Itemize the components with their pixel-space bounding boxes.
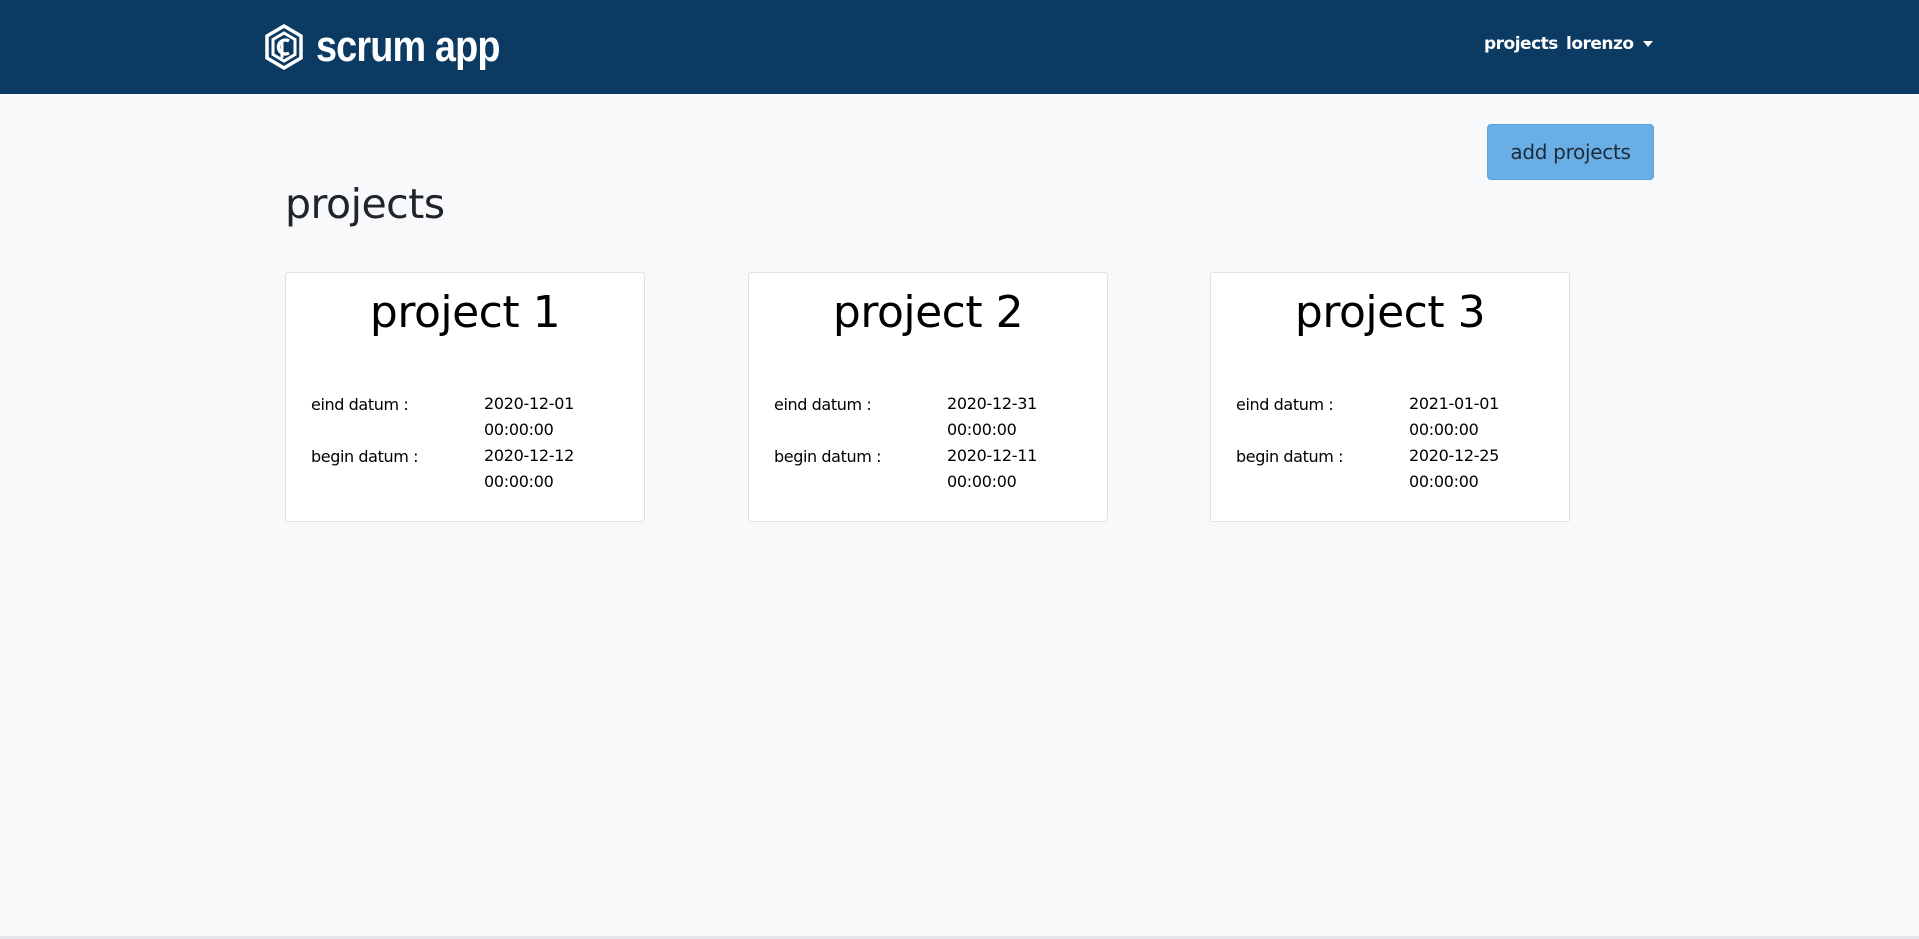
brand-link[interactable]: scrum app <box>264 22 530 72</box>
end-date-label: eind datum : <box>1236 395 1334 414</box>
add-projects-button[interactable]: add projects <box>1487 124 1654 180</box>
project-title: project 3 <box>1294 287 1486 338</box>
begin-date-value: 2020-12-11 00:00:00 <box>947 446 1037 491</box>
begin-date-label: begin datum : <box>311 447 419 466</box>
nav-link-projects[interactable]: projects <box>1484 34 1558 54</box>
brand-name: scrum app <box>316 22 500 71</box>
end-date-value: 2021-01-01 00:00:00 <box>1409 394 1499 439</box>
begin-date-label: begin datum : <box>1236 447 1344 466</box>
end-date-value: 2020-12-01 00:00:00 <box>484 394 574 439</box>
project-card[interactable]: project 2 eind datum : 2020-12-31 00:00:… <box>748 272 1108 522</box>
user-name-label: lorenzo <box>1566 34 1634 54</box>
project-card[interactable]: project 3 eind datum : 2021-01-01 00:00:… <box>1210 272 1570 522</box>
project-title: project 2 <box>832 287 1024 338</box>
begin-date-label: begin datum : <box>774 447 882 466</box>
end-date-label: eind datum : <box>774 395 872 414</box>
end-date-value: 2020-12-31 00:00:00 <box>947 394 1037 439</box>
user-menu-dropdown[interactable]: lorenzo <box>1566 34 1653 54</box>
scrum-hexagon-logo-icon <box>265 24 303 70</box>
project-card[interactable]: project 1 eind datum : 2020-12-01 00:00:… <box>285 272 645 522</box>
begin-date-value: 2020-12-12 00:00:00 <box>484 446 574 491</box>
top-navbar: scrum app projects lorenzo <box>0 0 1919 94</box>
begin-date-value: 2020-12-25 00:00:00 <box>1409 446 1499 491</box>
page-title: projects <box>285 180 445 228</box>
end-date-label: eind datum : <box>311 395 409 414</box>
project-title: project 1 <box>369 287 561 338</box>
caret-down-icon <box>1642 41 1653 47</box>
